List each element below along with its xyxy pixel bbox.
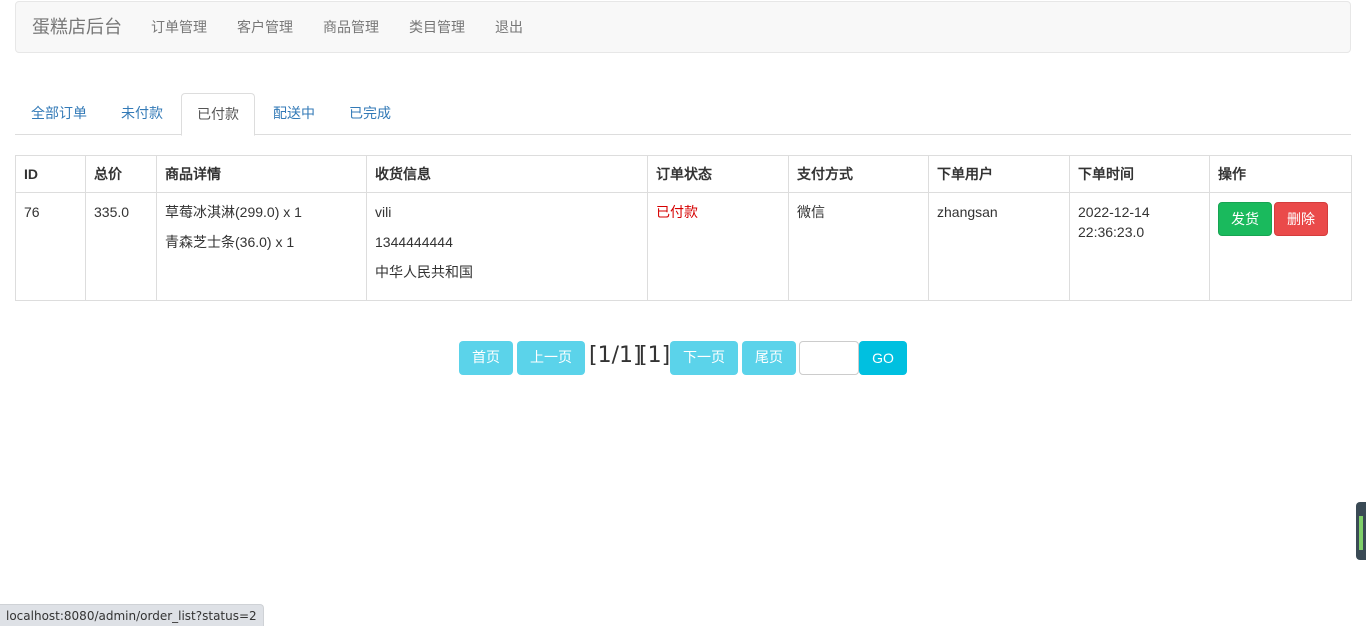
cell-shipping: vili 1344444444 中华人民共和国 bbox=[366, 192, 648, 301]
header-status: 订单状态 bbox=[647, 155, 789, 193]
cell-payment: 微信 bbox=[788, 192, 929, 301]
nav-logout[interactable]: 退出 bbox=[495, 2, 523, 52]
tab-paid[interactable]: 已付款 bbox=[181, 93, 255, 136]
page-info: [1/1] bbox=[589, 343, 642, 368]
first-page-button[interactable]: 首页 bbox=[459, 341, 513, 375]
cell-items: 草莓冰淇淋(299.0) x 1 青森芝士条(36.0) x 1 bbox=[156, 192, 367, 301]
cell-total: 335.0 bbox=[85, 192, 157, 301]
header-user: 下单用户 bbox=[928, 155, 1070, 193]
header-payment: 支付方式 bbox=[788, 155, 929, 193]
table-header-row: ID 总价 商品详情 收货信息 订单状态 支付方式 下单用户 下单时间 操作 bbox=[15, 155, 1352, 193]
ship-button[interactable]: 发货 bbox=[1218, 202, 1272, 236]
orders-table: ID 总价 商品详情 收货信息 订单状态 支付方式 下单用户 下单时间 操作 7… bbox=[15, 155, 1352, 301]
nav-customers[interactable]: 客户管理 bbox=[237, 2, 293, 52]
cell-actions: 发货 删除 bbox=[1209, 192, 1352, 301]
header-shipping: 收货信息 bbox=[366, 155, 648, 193]
tab-unpaid[interactable]: 未付款 bbox=[106, 93, 178, 135]
cell-status: 已付款 bbox=[647, 192, 789, 301]
browser-status-bar: localhost:8080/admin/order_list?status=2 bbox=[0, 604, 264, 626]
cell-id: 76 bbox=[15, 192, 86, 301]
top-navbar: 蛋糕店后台 订单管理 客户管理 商品管理 类目管理 退出 bbox=[15, 1, 1351, 53]
order-status-tabs: 全部订单 未付款 已付款 配送中 已完成 bbox=[15, 93, 1351, 136]
tab-all-orders[interactable]: 全部订单 bbox=[16, 93, 102, 135]
delete-button[interactable]: 删除 bbox=[1274, 202, 1328, 236]
nav-products[interactable]: 商品管理 bbox=[323, 2, 379, 52]
order-clock: 22:36:23.0 bbox=[1078, 224, 1145, 240]
header-time: 下单时间 bbox=[1069, 155, 1210, 193]
current-page: [1] bbox=[639, 343, 671, 368]
status-badge: 已付款 bbox=[656, 204, 698, 220]
item-line: 草莓冰淇淋(299.0) x 1 bbox=[165, 204, 302, 220]
header-actions: 操作 bbox=[1209, 155, 1352, 193]
header-total: 总价 bbox=[85, 155, 157, 193]
table-row: 76 335.0 草莓冰淇淋(299.0) x 1 青森芝士条(36.0) x … bbox=[15, 192, 1352, 301]
item-line: 青森芝士条(36.0) x 1 bbox=[165, 234, 295, 250]
last-page-button[interactable]: 尾页 bbox=[742, 341, 796, 375]
cell-time: 2022-12-14 22:36:23.0 bbox=[1069, 192, 1210, 301]
level-bar bbox=[1359, 516, 1363, 550]
tab-delivering[interactable]: 配送中 bbox=[258, 93, 330, 135]
nav-categories[interactable]: 类目管理 bbox=[409, 2, 465, 52]
tab-completed[interactable]: 已完成 bbox=[334, 93, 406, 135]
page-number-input[interactable] bbox=[799, 341, 859, 375]
recipient-address: 中华人民共和国 bbox=[375, 264, 473, 280]
recipient-phone: 1344444444 bbox=[375, 234, 453, 250]
cell-user: zhangsan bbox=[928, 192, 1070, 301]
nav-orders[interactable]: 订单管理 bbox=[151, 2, 207, 52]
header-items: 商品详情 bbox=[156, 155, 367, 193]
order-date: 2022-12-14 bbox=[1078, 204, 1150, 220]
brand-title[interactable]: 蛋糕店后台 bbox=[32, 2, 122, 52]
side-level-widget[interactable] bbox=[1356, 502, 1366, 560]
header-id: ID bbox=[15, 155, 86, 193]
prev-page-button[interactable]: 上一页 bbox=[517, 341, 585, 375]
pagination: 首页 上一页 [1/1] [1] 下一页 尾页 GO bbox=[0, 341, 1366, 375]
next-page-button[interactable]: 下一页 bbox=[670, 341, 738, 375]
recipient-name: vili bbox=[375, 204, 392, 220]
go-button[interactable]: GO bbox=[859, 341, 907, 375]
